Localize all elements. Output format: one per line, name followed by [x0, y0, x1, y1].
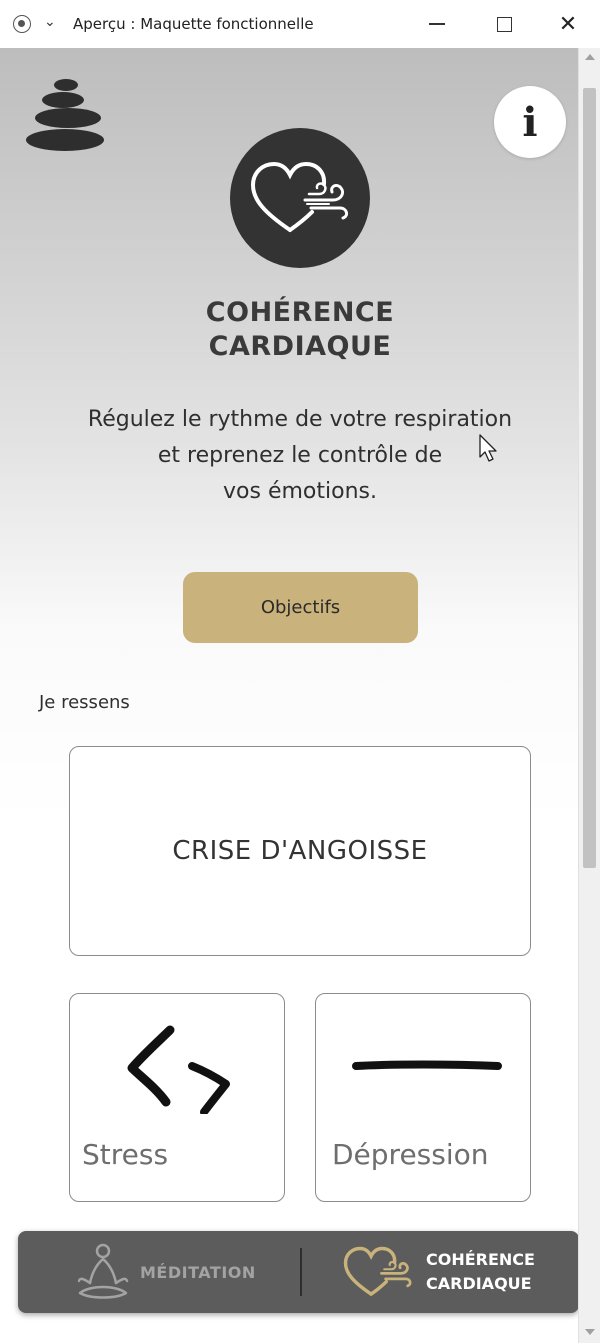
- heart-wind-icon: [250, 161, 349, 232]
- nav-label-coherence-line-2: CARDIAQUE: [426, 1274, 532, 1293]
- app-icon: [13, 15, 31, 33]
- meditation-icon: [77, 1243, 129, 1299]
- close-icon[interactable]: ✕: [548, 8, 588, 40]
- title-line-2: CARDIAQUE: [208, 331, 392, 362]
- nav-item-meditation[interactable]: MÉDITATION: [76, 1231, 256, 1313]
- flat-line-brush-icon: [352, 1060, 502, 1070]
- feeling-label-stress: Stress: [82, 1138, 169, 1171]
- chevron-down-icon[interactable]: ⌄: [44, 14, 56, 30]
- stacked-stones-icon: [26, 79, 104, 151]
- nav-divider: [300, 1248, 302, 1296]
- page-title: COHÉRENCE CARDIAQUE: [0, 296, 578, 364]
- info-icon: i: [522, 98, 538, 146]
- nav-label-meditation: MÉDITATION: [140, 1262, 256, 1282]
- nav-item-coherence[interactable]: COHÉRENCE CARDIAQUE: [340, 1231, 535, 1313]
- objectifs-button[interactable]: Objectifs: [183, 572, 418, 643]
- heart-wind-icon: [343, 1246, 412, 1296]
- scrollbar-thumb[interactable]: [583, 88, 596, 868]
- vertical-scrollbar[interactable]: [578, 48, 600, 1343]
- mouse-cursor-icon: [479, 434, 497, 462]
- app-content: i COHÉRENCE CARDIAQUE Régulez le rythme …: [0, 48, 578, 1343]
- feeling-label-depression: Dépression: [332, 1138, 489, 1171]
- feeling-card-stress[interactable]: Stress: [69, 993, 285, 1202]
- title-line-1: COHÉRENCE: [205, 297, 395, 328]
- window-title: Aperçu : Maquette fonctionnelle: [73, 15, 314, 33]
- scroll-down-icon[interactable]: [585, 1329, 595, 1335]
- feeling-card-crise-angoisse[interactable]: CRISE D'ANGOISSE: [69, 746, 531, 956]
- window-titlebar: ⌄ Aperçu : Maquette fonctionnelle ✕: [0, 0, 600, 48]
- feeling-card-depression[interactable]: Dépression: [315, 993, 531, 1202]
- nav-label-coherence-line-1: COHÉRENCE: [426, 1250, 535, 1269]
- feelings-heading: Je ressens: [39, 692, 130, 713]
- minimize-icon[interactable]: [417, 8, 457, 40]
- info-button[interactable]: i: [494, 86, 566, 158]
- nav-label-coherence: COHÉRENCE CARDIAQUE: [426, 1248, 535, 1296]
- hero-icon-circle: [230, 128, 370, 268]
- maximize-icon[interactable]: [484, 8, 524, 40]
- description-line-3: vos émotions.: [223, 479, 377, 504]
- scroll-up-icon[interactable]: [585, 54, 595, 60]
- bottom-nav: MÉDITATION COHÉRENCE CARDIAQUE: [18, 1231, 578, 1313]
- zigzag-brush-icon: [127, 1025, 230, 1114]
